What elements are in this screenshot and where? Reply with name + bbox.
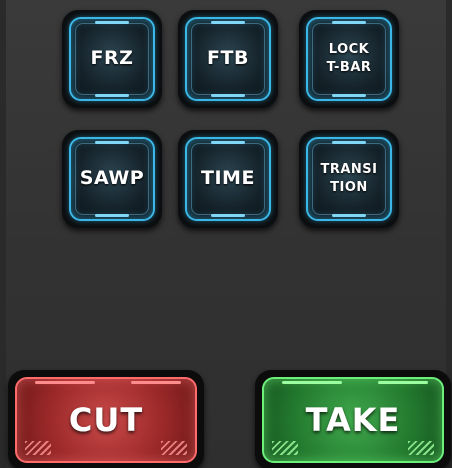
- lock-tbar-button[interactable]: LOCK T-BAR: [299, 10, 399, 108]
- ftb-button[interactable]: FTB: [178, 10, 278, 108]
- time-button[interactable]: TIME: [178, 130, 278, 228]
- lock-tbar-label: LOCK T-BAR: [326, 42, 372, 75]
- sawp-label: SAWP: [79, 167, 145, 190]
- sawp-button[interactable]: SAWP: [62, 130, 162, 228]
- take-button[interactable]: TAKE: [255, 370, 451, 468]
- take-button-face: TAKE: [262, 377, 444, 463]
- frz-label: FRZ: [90, 47, 134, 70]
- lock-tbar-button-face: LOCK T-BAR: [306, 17, 392, 101]
- frz-button-face: FRZ: [69, 17, 155, 101]
- ftb-button-face: FTB: [185, 17, 271, 101]
- transition-label: TRANSI TION: [320, 162, 378, 195]
- time-label: TIME: [201, 167, 255, 190]
- frz-button[interactable]: FRZ: [62, 10, 162, 108]
- transition-button[interactable]: TRANSI TION: [299, 130, 399, 228]
- take-label: TAKE: [305, 401, 401, 439]
- cut-button[interactable]: CUT: [8, 370, 204, 468]
- switcher-control-panel: FRZ FTB LOCK T-BAR SAWP TIME TRANSI TION…: [0, 0, 452, 468]
- sawp-button-face: SAWP: [69, 137, 155, 221]
- cut-button-face: CUT: [15, 377, 197, 463]
- cut-label: CUT: [68, 401, 144, 439]
- transition-button-face: TRANSI TION: [306, 137, 392, 221]
- panel-left-edge: [0, 0, 6, 468]
- ftb-label: FTB: [207, 47, 249, 70]
- time-button-face: TIME: [185, 137, 271, 221]
